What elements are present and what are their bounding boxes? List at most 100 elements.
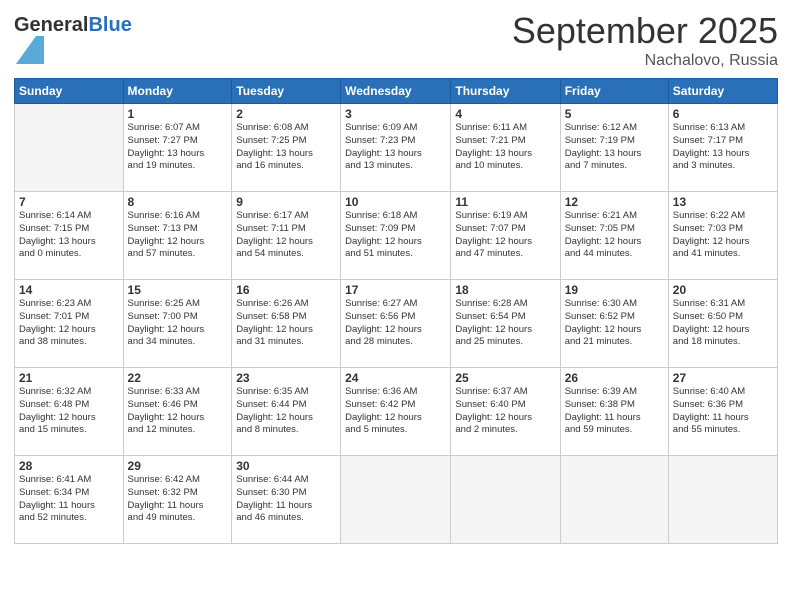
- calendar-cell: 12Sunrise: 6:21 AMSunset: 7:05 PMDayligh…: [560, 192, 668, 280]
- day-number: 1: [128, 107, 228, 121]
- day-number: 16: [236, 283, 336, 297]
- day-number: 12: [565, 195, 664, 209]
- day-number: 27: [673, 371, 773, 385]
- day-number: 23: [236, 371, 336, 385]
- day-info: Sunrise: 6:18 AMSunset: 7:09 PMDaylight:…: [345, 210, 446, 261]
- day-info: Sunrise: 6:31 AMSunset: 6:50 PMDaylight:…: [673, 298, 773, 349]
- calendar-cell: [451, 456, 560, 544]
- day-of-week-thursday: Thursday: [451, 79, 560, 104]
- day-number: 21: [19, 371, 119, 385]
- day-number: 8: [128, 195, 228, 209]
- calendar-cell: 7Sunrise: 6:14 AMSunset: 7:15 PMDaylight…: [15, 192, 124, 280]
- day-info: Sunrise: 6:41 AMSunset: 6:34 PMDaylight:…: [19, 474, 119, 525]
- day-info: Sunrise: 6:08 AMSunset: 7:25 PMDaylight:…: [236, 122, 336, 173]
- day-number: 19: [565, 283, 664, 297]
- week-row-1: 7Sunrise: 6:14 AMSunset: 7:15 PMDaylight…: [15, 192, 778, 280]
- calendar-cell: 14Sunrise: 6:23 AMSunset: 7:01 PMDayligh…: [15, 280, 124, 368]
- day-number: 9: [236, 195, 336, 209]
- logo-icon: [16, 36, 44, 64]
- day-number: 14: [19, 283, 119, 297]
- calendar-cell: [668, 456, 777, 544]
- day-info: Sunrise: 6:27 AMSunset: 6:56 PMDaylight:…: [345, 298, 446, 349]
- day-number: 7: [19, 195, 119, 209]
- day-info: Sunrise: 6:32 AMSunset: 6:48 PMDaylight:…: [19, 386, 119, 437]
- calendar-cell: 27Sunrise: 6:40 AMSunset: 6:36 PMDayligh…: [668, 368, 777, 456]
- title-month: September 2025: [512, 10, 778, 52]
- calendar-cell: 20Sunrise: 6:31 AMSunset: 6:50 PMDayligh…: [668, 280, 777, 368]
- calendar-cell: 2Sunrise: 6:08 AMSunset: 7:25 PMDaylight…: [232, 104, 341, 192]
- calendar-cell: 28Sunrise: 6:41 AMSunset: 6:34 PMDayligh…: [15, 456, 124, 544]
- calendar-cell: 18Sunrise: 6:28 AMSunset: 6:54 PMDayligh…: [451, 280, 560, 368]
- day-number: 25: [455, 371, 555, 385]
- day-info: Sunrise: 6:14 AMSunset: 7:15 PMDaylight:…: [19, 210, 119, 261]
- calendar-cell: 5Sunrise: 6:12 AMSunset: 7:19 PMDaylight…: [560, 104, 668, 192]
- week-row-2: 14Sunrise: 6:23 AMSunset: 7:01 PMDayligh…: [15, 280, 778, 368]
- calendar-cell: 24Sunrise: 6:36 AMSunset: 6:42 PMDayligh…: [341, 368, 451, 456]
- day-number: 15: [128, 283, 228, 297]
- calendar-cell: 19Sunrise: 6:30 AMSunset: 6:52 PMDayligh…: [560, 280, 668, 368]
- calendar-cell: [560, 456, 668, 544]
- day-number: 3: [345, 107, 446, 121]
- calendar-cell: 6Sunrise: 6:13 AMSunset: 7:17 PMDaylight…: [668, 104, 777, 192]
- day-number: 22: [128, 371, 228, 385]
- header: GeneralBlue September 2025 Nachalovo, Ru…: [14, 10, 778, 70]
- day-info: Sunrise: 6:11 AMSunset: 7:21 PMDaylight:…: [455, 122, 555, 173]
- day-of-week-sunday: Sunday: [15, 79, 124, 104]
- day-info: Sunrise: 6:16 AMSunset: 7:13 PMDaylight:…: [128, 210, 228, 261]
- calendar-cell: 25Sunrise: 6:37 AMSunset: 6:40 PMDayligh…: [451, 368, 560, 456]
- calendar-cell: 17Sunrise: 6:27 AMSunset: 6:56 PMDayligh…: [341, 280, 451, 368]
- calendar-cell: 8Sunrise: 6:16 AMSunset: 7:13 PMDaylight…: [123, 192, 232, 280]
- day-number: 29: [128, 459, 228, 473]
- day-of-week-tuesday: Tuesday: [232, 79, 341, 104]
- day-number: 6: [673, 107, 773, 121]
- page: GeneralBlue September 2025 Nachalovo, Ru…: [0, 0, 792, 612]
- calendar-cell: 13Sunrise: 6:22 AMSunset: 7:03 PMDayligh…: [668, 192, 777, 280]
- day-info: Sunrise: 6:33 AMSunset: 6:46 PMDaylight:…: [128, 386, 228, 437]
- day-of-week-wednesday: Wednesday: [341, 79, 451, 104]
- day-number: 17: [345, 283, 446, 297]
- calendar-cell: 26Sunrise: 6:39 AMSunset: 6:38 PMDayligh…: [560, 368, 668, 456]
- calendar-cell: 22Sunrise: 6:33 AMSunset: 6:46 PMDayligh…: [123, 368, 232, 456]
- day-number: 2: [236, 107, 336, 121]
- calendar-cell: 11Sunrise: 6:19 AMSunset: 7:07 PMDayligh…: [451, 192, 560, 280]
- day-number: 5: [565, 107, 664, 121]
- day-info: Sunrise: 6:26 AMSunset: 6:58 PMDaylight:…: [236, 298, 336, 349]
- week-row-0: 1Sunrise: 6:07 AMSunset: 7:27 PMDaylight…: [15, 104, 778, 192]
- day-info: Sunrise: 6:30 AMSunset: 6:52 PMDaylight:…: [565, 298, 664, 349]
- day-info: Sunrise: 6:36 AMSunset: 6:42 PMDaylight:…: [345, 386, 446, 437]
- week-row-3: 21Sunrise: 6:32 AMSunset: 6:48 PMDayligh…: [15, 368, 778, 456]
- title-location: Nachalovo, Russia: [512, 52, 778, 70]
- logo-text: GeneralBlue: [14, 14, 132, 36]
- calendar-cell: 3Sunrise: 6:09 AMSunset: 7:23 PMDaylight…: [341, 104, 451, 192]
- day-info: Sunrise: 6:13 AMSunset: 7:17 PMDaylight:…: [673, 122, 773, 173]
- day-info: Sunrise: 6:40 AMSunset: 6:36 PMDaylight:…: [673, 386, 773, 437]
- calendar-header-row: SundayMondayTuesdayWednesdayThursdayFrid…: [15, 79, 778, 104]
- logo-general: General: [14, 14, 88, 36]
- calendar: SundayMondayTuesdayWednesdayThursdayFrid…: [14, 78, 778, 544]
- day-info: Sunrise: 6:44 AMSunset: 6:30 PMDaylight:…: [236, 474, 336, 525]
- day-info: Sunrise: 6:17 AMSunset: 7:11 PMDaylight:…: [236, 210, 336, 261]
- day-number: 10: [345, 195, 446, 209]
- calendar-cell: 30Sunrise: 6:44 AMSunset: 6:30 PMDayligh…: [232, 456, 341, 544]
- day-info: Sunrise: 6:09 AMSunset: 7:23 PMDaylight:…: [345, 122, 446, 173]
- day-info: Sunrise: 6:21 AMSunset: 7:05 PMDaylight:…: [565, 210, 664, 261]
- calendar-cell: 21Sunrise: 6:32 AMSunset: 6:48 PMDayligh…: [15, 368, 124, 456]
- day-info: Sunrise: 6:19 AMSunset: 7:07 PMDaylight:…: [455, 210, 555, 261]
- day-info: Sunrise: 6:28 AMSunset: 6:54 PMDaylight:…: [455, 298, 555, 349]
- calendar-cell: 16Sunrise: 6:26 AMSunset: 6:58 PMDayligh…: [232, 280, 341, 368]
- day-info: Sunrise: 6:42 AMSunset: 6:32 PMDaylight:…: [128, 474, 228, 525]
- day-info: Sunrise: 6:37 AMSunset: 6:40 PMDaylight:…: [455, 386, 555, 437]
- day-info: Sunrise: 6:22 AMSunset: 7:03 PMDaylight:…: [673, 210, 773, 261]
- logo: GeneralBlue: [14, 14, 132, 69]
- day-info: Sunrise: 6:39 AMSunset: 6:38 PMDaylight:…: [565, 386, 664, 437]
- day-number: 30: [236, 459, 336, 473]
- day-number: 13: [673, 195, 773, 209]
- day-info: Sunrise: 6:23 AMSunset: 7:01 PMDaylight:…: [19, 298, 119, 349]
- day-of-week-saturday: Saturday: [668, 79, 777, 104]
- calendar-cell: [341, 456, 451, 544]
- logo-blue: Blue: [88, 14, 131, 36]
- day-number: 20: [673, 283, 773, 297]
- day-number: 26: [565, 371, 664, 385]
- title-block: September 2025 Nachalovo, Russia: [512, 10, 778, 70]
- day-number: 24: [345, 371, 446, 385]
